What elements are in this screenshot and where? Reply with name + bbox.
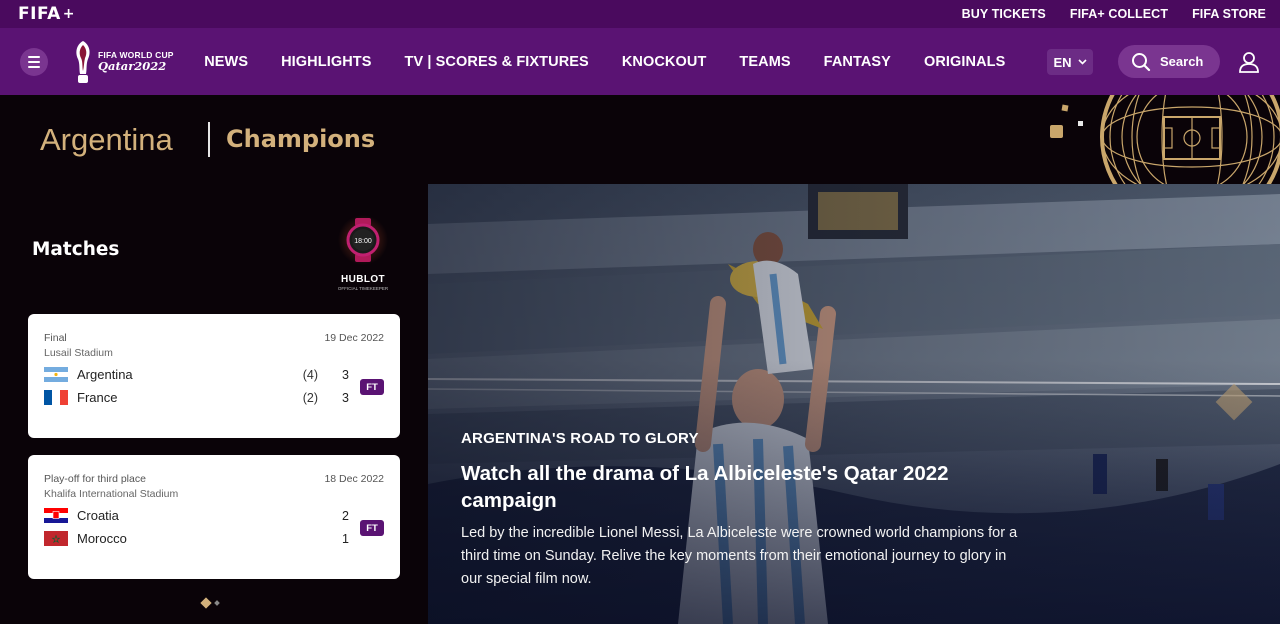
match-stadium: Khalifa International Stadium [44, 488, 179, 500]
france-flag-icon [44, 390, 68, 405]
search-icon [1132, 52, 1151, 71]
team-row-away: France (2) 3 [44, 386, 384, 409]
hero-description: Led by the incredible Lionel Messi, La A… [461, 525, 1018, 587]
fifa-plus-mark: + [62, 6, 75, 22]
full-time-badge: FT [360, 520, 384, 536]
utility-links: BUY TICKETS FIFA+ COLLECT FIFA STORE [962, 7, 1266, 21]
fifa-plus-logo[interactable]: FIFA + [18, 4, 75, 24]
team-score: 3 [342, 390, 349, 405]
match-card-final[interactable]: Final 19 Dec 2022 Lusail Stadium Argenti… [28, 314, 400, 438]
sponsor-subtitle: OFFICIAL TIMEKEEPER [337, 286, 389, 291]
team-name: Argentina [77, 367, 133, 382]
team-row-away: Morocco 1 [44, 527, 384, 550]
match-card-third-place[interactable]: Play-off for third place 18 Dec 2022 Kha… [28, 455, 400, 579]
match-stadium: Lusail Stadium [44, 347, 113, 359]
team-name: Croatia [77, 508, 119, 523]
watch-time: 18:00 [354, 238, 372, 245]
morocco-flag-icon [44, 531, 68, 546]
penalty-score: (4) [302, 367, 318, 382]
team-score: 3 [342, 367, 349, 382]
brand-line-1: FIFA WORLD CUP [98, 49, 174, 60]
fifa-store-link[interactable]: FIFA STORE [1192, 7, 1266, 21]
buy-tickets-link[interactable]: BUY TICKETS [962, 7, 1046, 21]
sponsor-name: HUBLOT [340, 274, 386, 285]
fifa-logo-text: FIFA [18, 4, 61, 24]
search-label: Search [1160, 54, 1204, 69]
fifa-plus-collect-link[interactable]: FIFA+ COLLECT [1070, 7, 1168, 21]
hamburger-menu-button[interactable] [20, 47, 48, 76]
team-score: 2 [342, 508, 349, 523]
team-name: Morocco [77, 531, 127, 546]
sponsor-hublot[interactable]: 18:00 HUBLOT OFFICIAL TIMEKEEPER [336, 215, 390, 299]
argentina-flag-icon [44, 367, 68, 382]
hero-feature[interactable]: ARGENTINA'S ROAD TO GLORY Watch all the … [428, 184, 1280, 624]
nav-highlights[interactable]: HIGHLIGHTS [265, 54, 388, 70]
carousel-dots[interactable] [200, 597, 220, 609]
penalty-score: (2) [302, 390, 318, 405]
team-row-home: Croatia 2 [44, 504, 384, 527]
decorative-squares-icon [1050, 104, 1083, 138]
nav-knockout[interactable]: KNOCKOUT [605, 54, 723, 70]
team-row-home: Argentina (4) 3 [44, 363, 384, 386]
menu-icon-bar [28, 60, 40, 63]
main-navigation: FIFA WORLD CUP Qatar2022 NEWS HIGHLIGHTS… [0, 28, 1280, 95]
team-score: 1 [342, 531, 349, 546]
title-divider [208, 122, 210, 157]
carousel-dot-active[interactable] [200, 597, 212, 609]
nav-fantasy[interactable]: FANTASY [807, 54, 907, 70]
world-cup-trophy-icon [76, 40, 90, 83]
carousel-dot[interactable] [214, 600, 220, 606]
croatia-flag-icon [44, 508, 68, 523]
match-date: 18 Dec 2022 [324, 473, 384, 485]
menu-icon-bar [28, 55, 40, 58]
menu-icon-bar [28, 65, 40, 68]
world-cup-logo[interactable]: FIFA WORLD CUP Qatar2022 [72, 39, 174, 85]
hero-kicker: ARGENTINA'S ROAD TO GLORY [461, 430, 699, 447]
chevron-down-icon [1077, 59, 1087, 65]
search-button[interactable]: Search [1118, 45, 1220, 78]
champions-header [0, 95, 1280, 184]
decorative-globe-pitch-icon [1100, 95, 1280, 184]
full-time-badge: FT [360, 379, 384, 395]
champions-label: Champions [226, 125, 376, 153]
team-title: Argentina [40, 122, 173, 157]
nav-tv-scores-fixtures[interactable]: TV | SCORES & FIXTURES [388, 54, 605, 70]
team-name: France [77, 390, 118, 405]
matches-title: Matches [32, 239, 120, 260]
language-selector[interactable]: EN [1047, 49, 1093, 75]
match-round: Play-off for third place [44, 473, 146, 485]
brand-line-2: Qatar2022 [98, 59, 167, 73]
hero-title[interactable]: Watch all the drama of La Albiceleste's … [461, 460, 1021, 514]
watch-icon: 18:00 [338, 215, 388, 265]
nav-links: NEWS HIGHLIGHTS TV | SCORES & FIXTURES K… [188, 54, 1022, 70]
language-label: EN [1053, 54, 1072, 70]
nav-teams[interactable]: TEAMS [723, 54, 807, 70]
match-date: 19 Dec 2022 [324, 332, 384, 344]
nav-news[interactable]: NEWS [188, 54, 265, 70]
nav-originals[interactable]: ORIGINALS [907, 54, 1021, 70]
match-round: Final [44, 332, 67, 344]
user-account-icon[interactable] [1238, 51, 1260, 73]
top-utility-bar: FIFA + BUY TICKETS FIFA+ COLLECT FIFA ST… [0, 0, 1280, 28]
